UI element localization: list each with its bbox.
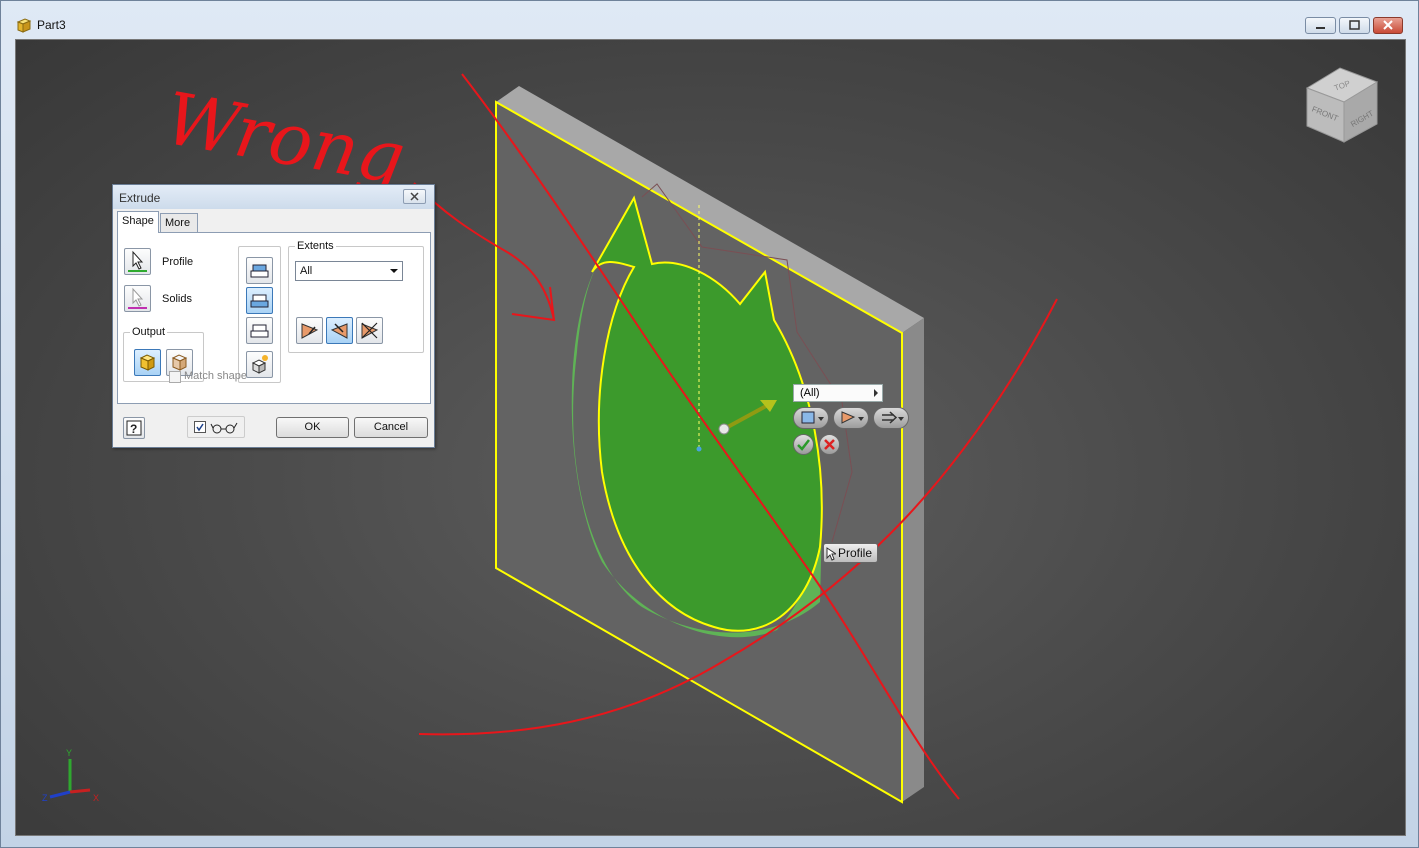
direction-2-button[interactable] (326, 317, 353, 344)
restore-button[interactable] (1339, 17, 1370, 34)
join-icon (250, 264, 269, 278)
mini-output-button[interactable] (793, 407, 829, 429)
checkmark-icon (797, 439, 810, 451)
minimize-icon (1316, 27, 1325, 29)
output-solid-button[interactable] (134, 349, 161, 376)
direction-1-button[interactable] (296, 317, 323, 344)
output-label: Output (130, 326, 168, 338)
plate-side-face (902, 318, 924, 802)
solid-cube-icon (139, 354, 156, 371)
axis-origin-point (696, 446, 702, 452)
symmetric-icon (361, 322, 379, 339)
mini-operation-button[interactable] (873, 407, 909, 429)
chevron-down-icon (390, 269, 398, 273)
window-titlebar[interactable]: Part3 (1, 1, 1418, 37)
cut-icon (250, 294, 269, 308)
glasses-icon (210, 422, 238, 434)
svg-text:?: ? (130, 422, 137, 436)
new-solid-icon (251, 355, 268, 374)
dialog-titlebar[interactable]: Extrude (113, 185, 434, 209)
mini-direction-button[interactable] (833, 407, 869, 429)
solids-select-button[interactable] (124, 285, 151, 312)
profile-label: Profile (162, 256, 194, 268)
mini-ok-button[interactable] (793, 434, 814, 455)
mini-extents-dropdown[interactable]: (All) (793, 384, 883, 402)
preview-group (187, 416, 245, 438)
match-shape-label: Match shape (184, 370, 247, 382)
select-arrow-icon (128, 287, 147, 309)
select-arrow-icon (128, 250, 147, 272)
restore-icon (1349, 20, 1360, 30)
direction-handle[interactable] (718, 423, 730, 435)
intersect-button[interactable] (246, 317, 273, 344)
tooltip-label: Profile (838, 546, 873, 560)
intersect-icon (250, 324, 269, 338)
symmetric-button[interactable] (356, 317, 383, 344)
minimize-button[interactable] (1305, 17, 1336, 34)
close-button[interactable] (1373, 17, 1403, 34)
new-solid-button[interactable] (246, 351, 273, 378)
cancel-button[interactable]: Cancel (354, 417, 428, 438)
checkmark-icon (196, 423, 204, 432)
solids-label: Solids (162, 293, 192, 305)
cancel-x-icon (824, 439, 835, 450)
triad-y-label: Y (66, 748, 72, 758)
chevron-right-icon (874, 389, 878, 397)
triad-x-axis (69, 788, 91, 794)
match-shape-checkbox[interactable] (169, 371, 181, 383)
profile-select-button[interactable] (124, 248, 151, 275)
close-icon (410, 192, 419, 201)
shape-panel: Profile Solids Output Extents All Match … (117, 232, 431, 404)
window-title: Part3 (37, 18, 66, 32)
tab-more[interactable]: More (160, 213, 198, 232)
direction-forward-icon (301, 323, 319, 339)
cut-button[interactable] (246, 287, 273, 314)
extents-group: Extents All (288, 240, 424, 353)
extrude-dialog: Extrude Shape More Profile Solids Output (112, 184, 435, 448)
join-button[interactable] (246, 257, 273, 284)
triad-z-label: Z (42, 793, 48, 803)
mini-cancel-button[interactable] (819, 434, 840, 455)
profile-tooltip: Profile (823, 543, 879, 563)
extents-label: Extents (295, 240, 336, 252)
operation-group (238, 246, 281, 383)
extents-value: All (300, 265, 313, 277)
cursor-arrow-icon (826, 547, 836, 561)
dialog-title: Extrude (119, 191, 161, 205)
close-icon (1383, 20, 1393, 30)
mini-extents-value: (All) (800, 387, 820, 399)
triad-x-label: X (93, 793, 99, 803)
help-icon: ? (126, 420, 142, 436)
annotation-text: Wrong (159, 76, 411, 201)
direction-icon (841, 411, 864, 424)
tab-shape[interactable]: Shape (117, 211, 159, 233)
ok-button[interactable]: OK (276, 417, 349, 438)
dialog-close-button[interactable] (403, 189, 426, 204)
direction-reverse-icon (330, 323, 348, 339)
operation-icon (882, 411, 904, 424)
triad-z-axis (49, 790, 71, 799)
extents-dropdown[interactable]: All (295, 261, 403, 281)
help-button[interactable]: ? (123, 417, 145, 439)
part-cube-icon (16, 18, 32, 33)
extrude-distance-icon (801, 411, 824, 424)
part-window: Part3 Wrong TOP FRONT RIGHT Y X Z (All) … (0, 0, 1419, 848)
preview-checkbox[interactable] (194, 421, 206, 433)
